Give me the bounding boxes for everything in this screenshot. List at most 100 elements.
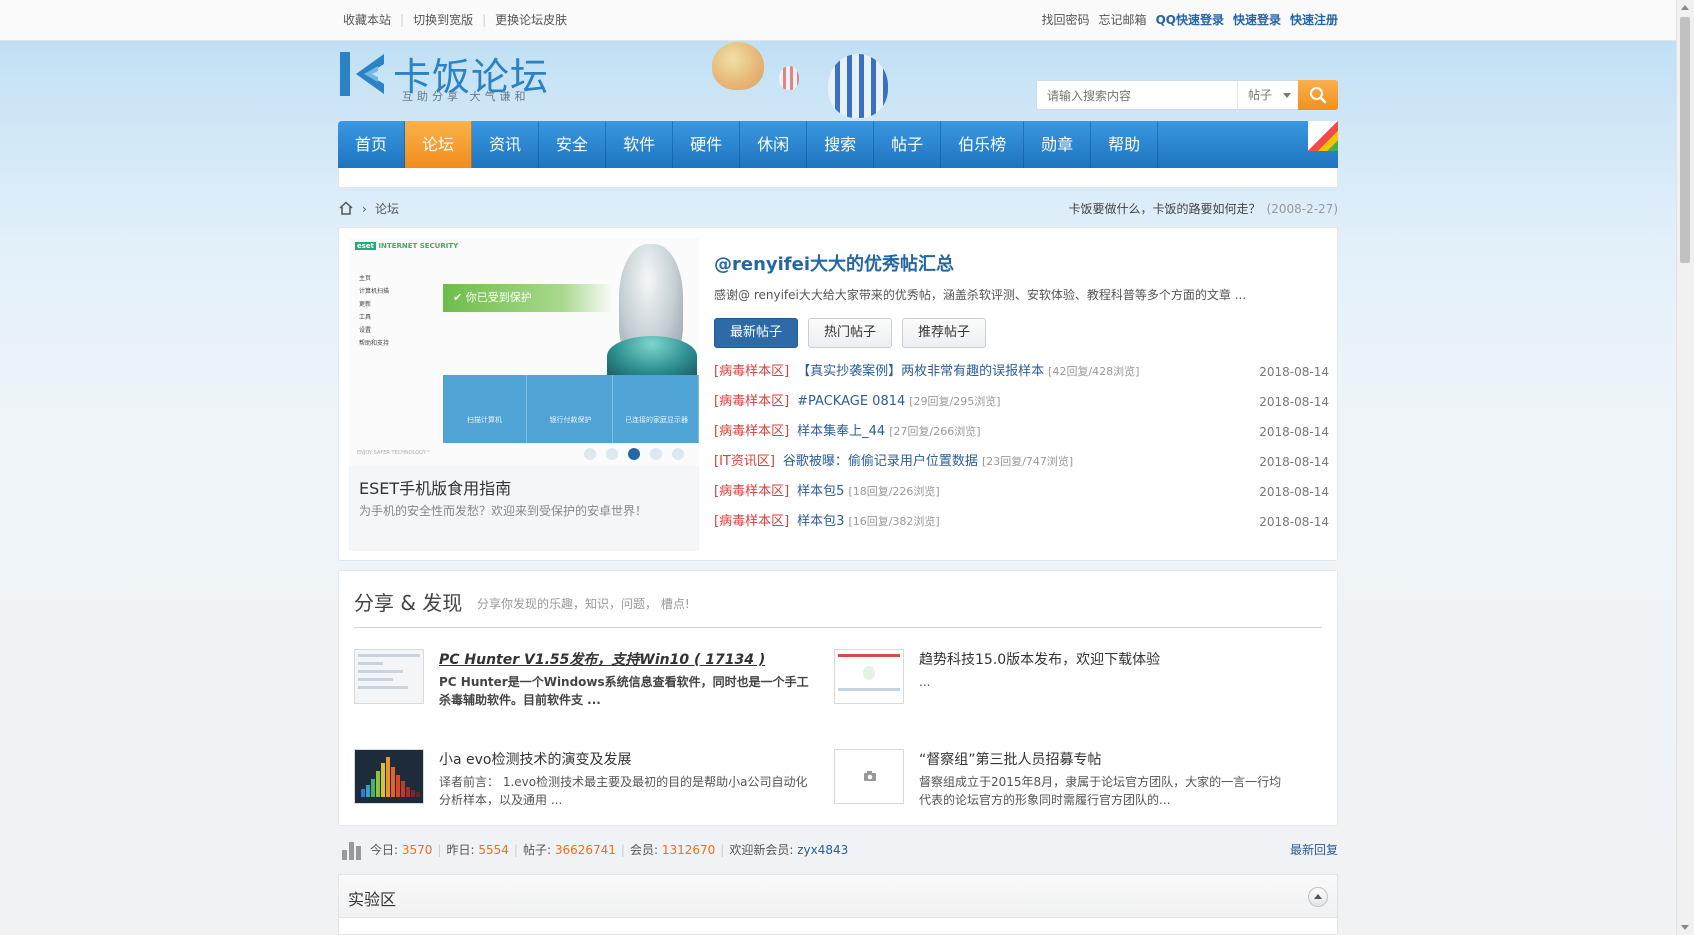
stat-today: 3570 [401, 843, 433, 857]
scroll-up-icon[interactable] [1681, 5, 1689, 10]
featured-intro: 感谢@ renyifei大大给大家带来的优秀帖，涵盖杀软评测、安软体验、教程科普… [714, 288, 1247, 302]
slide-dot[interactable] [606, 448, 618, 460]
share-item-title[interactable]: 小a evo检测技术的演变及发展 [439, 749, 632, 769]
search-button[interactable] [1298, 80, 1338, 110]
share-thumbnail[interactable] [354, 749, 424, 804]
newest-member-link[interactable]: zyx4843 [797, 843, 848, 857]
tab-hot[interactable]: 热门帖子 [808, 318, 893, 348]
thread-title-link[interactable]: 样本包5 [797, 484, 844, 499]
share-item[interactable]: 趋势科技15.0版本发布，欢迎下载体验 ... [834, 649, 1294, 719]
share-thumbnail[interactable] [834, 749, 904, 804]
separator: | [482, 13, 487, 27]
tab-latest[interactable]: 最新帖子 [714, 318, 799, 348]
announcement-text: 卡饭要做什么，卡饭的路要如何走？ [1068, 202, 1261, 216]
main-nav-list: 首页 论坛 资讯 安全 软件 硬件 休闲 搜索 帖子 伯乐榜 勋章 帮助 [338, 121, 1159, 168]
search-type-label: 帖子 [1248, 88, 1273, 102]
share-item-title[interactable]: 趋势科技15.0版本发布，欢迎下载体验 [919, 649, 1160, 669]
top-link[interactable]: 切换到宽版 [413, 13, 473, 27]
search-bar: 帖子 [1036, 80, 1338, 110]
slide-tile: 已连接的家庭显示器 [615, 375, 699, 443]
page-scrollbar[interactable] [1676, 0, 1694, 935]
share-subtitle: 分享你发现的乐趣，知识，问题， 槽点! [477, 597, 690, 611]
thread-category-link[interactable]: [病毒样本区] [714, 484, 789, 499]
protected-banner: ✔ 你已受到保护 [443, 284, 613, 312]
nav-item[interactable]: 硬件 [673, 121, 741, 168]
thread-category-link[interactable]: [病毒样本区] [714, 364, 789, 379]
thumbnail-bar [381, 763, 385, 797]
share-thumbnail[interactable] [354, 649, 424, 704]
nav-item[interactable]: 帮助 [1091, 121, 1159, 168]
nav-item[interactable]: 论坛 [405, 121, 473, 168]
thread-tabs: 最新帖子 热门帖子 推荐帖子 [714, 318, 996, 348]
tab-recommended[interactable]: 推荐帖子 [902, 318, 987, 348]
latest-reply-link[interactable]: 最新回复 [1290, 841, 1338, 859]
nav-item[interactable]: 安全 [539, 121, 607, 168]
scroll-down-icon[interactable] [1681, 925, 1689, 930]
share-item-title[interactable]: PC Hunter V1.55发布，支持Win10 ( 17134 ) [439, 649, 765, 669]
thumbnail-bar [386, 757, 390, 797]
thumbnail-bar [361, 789, 365, 797]
thread-list: [病毒样本区] 【真实抄袭案例】两枚非常有趣的误报样本 [42回复/428浏览] 20… [714, 357, 1329, 537]
top-link[interactable]: QQ快速登录 [1156, 13, 1224, 27]
stats-text: 今日: 3570 | 昨日: 5554 | 帖子: 36626741 | 会员: 13126… [370, 843, 849, 857]
search-input[interactable] [1045, 85, 1209, 107]
slide-dot[interactable] [584, 448, 596, 460]
thread-date: 2018-08-14 [1259, 395, 1329, 409]
thread-title-link[interactable]: 【真实抄袭案例】两枚非常有趣的误报样本 [797, 364, 1044, 379]
slide-dot[interactable] [650, 448, 662, 460]
slide-dot[interactable] [628, 448, 640, 460]
breadcrumb-current[interactable]: 论坛 [375, 200, 399, 218]
nav-item[interactable]: 首页 [338, 121, 406, 168]
slideshow[interactable]: eset INTERNET SECURITY 主页 计算机扫描 更新 工具 设置 帮助和支… [349, 238, 699, 551]
featured-headline[interactable]: @renyifei大大的优秀帖汇总 [714, 250, 954, 276]
nav-item[interactable]: 伯乐榜 [941, 121, 1025, 168]
thread-row: [病毒样本区] 样本包5 [18回复/226浏览] 2018-08-14 [714, 477, 1329, 507]
nav-item[interactable]: 软件 [606, 121, 674, 168]
collapse-toggle-icon[interactable] [1308, 887, 1328, 907]
section-title[interactable]: 实验区 [348, 886, 396, 910]
share-thumbnail[interactable] [834, 649, 904, 704]
nav-item[interactable]: 资讯 [472, 121, 540, 168]
top-link[interactable]: 忘记邮箱 [1099, 13, 1147, 27]
share-panel: 分享 & 发现 分享你发现的乐趣，知识，问题， 槽点! PC Hunter V1… [338, 570, 1338, 826]
slide-app-menu: 主页 计算机扫描 更新 工具 设置 帮助和支持 [359, 272, 389, 350]
top-link[interactable]: 找回密码 [1042, 13, 1090, 27]
thread-title-link[interactable]: 样本集奉上_44 [797, 424, 885, 439]
theme-corner-icon[interactable] [1308, 121, 1338, 151]
top-link[interactable]: 更换论坛皮肤 [495, 13, 567, 27]
slide-menu-item: 更新 [359, 301, 372, 308]
slide-menu-item: 帮助和支持 [359, 340, 390, 347]
thread-title-link[interactable]: #PACKAGE 0814 [797, 394, 905, 409]
nav-item[interactable]: 搜索 [807, 121, 875, 168]
main-nav: 首页 论坛 资讯 安全 软件 硬件 休闲 搜索 帖子 伯乐榜 勋章 帮助 [338, 121, 1338, 168]
top-link[interactable]: 快速注册 [1290, 13, 1338, 27]
share-item-title[interactable]: “督察组”第三批人员招募专帖 [919, 749, 1102, 769]
balloon-decoration [712, 42, 764, 90]
nav-item[interactable]: 帖子 [874, 121, 942, 168]
thread-category-link[interactable]: [IT资讯区] [714, 454, 775, 469]
share-item[interactable]: PC Hunter V1.55发布，支持Win10 ( 17134 ) PC H… [354, 649, 814, 719]
thread-category-link[interactable]: [病毒样本区] [714, 424, 789, 439]
logo-slogan: 互助分享 大气谦和 [402, 90, 530, 103]
featured-panel: eset INTERNET SECURITY 主页 计算机扫描 更新 工具 设置 帮助和支… [338, 227, 1338, 561]
thread-title-link[interactable]: 样本包3 [797, 514, 844, 529]
thread-title-link[interactable]: 谷歌被曝：偷偷记录用户位置数据 [783, 454, 978, 469]
share-item[interactable]: 小a evo检测技术的演变及发展 译者前言： 1.evo检测技术最主要及最初的目… [354, 749, 814, 819]
slide-title[interactable]: ESET手机版食用指南 [359, 475, 511, 499]
nav-item[interactable]: 勋章 [1024, 121, 1092, 168]
top-link[interactable]: 快速登录 [1233, 13, 1281, 27]
thread-row: [IT资讯区] 谷歌被曝：偷偷记录用户位置数据 [23回复/747浏览] 2018-0… [714, 447, 1329, 477]
thread-category-link[interactable]: [病毒样本区] [714, 514, 789, 529]
share-item[interactable]: “督察组”第三批人员招募专帖 督察组成立于2015年8月，隶属于论坛官方团队，大… [834, 749, 1294, 819]
top-link[interactable]: 收藏本站 [343, 13, 391, 27]
thread-category-link[interactable]: [病毒样本区] [714, 394, 789, 409]
slide-pagination [584, 448, 694, 460]
slide-dot[interactable] [672, 448, 684, 460]
thread-date: 2018-08-14 [1259, 485, 1329, 499]
announcement[interactable]: 卡饭要做什么，卡饭的路要如何走？ (2008-2-27) [1069, 200, 1338, 218]
site-logo[interactable]: 卡饭论坛 互助分享 大气谦和 [338, 48, 550, 106]
search-type-select[interactable]: 帖子 [1237, 81, 1299, 109]
scrollbar-thumb[interactable] [1680, 17, 1690, 263]
home-icon[interactable] [338, 200, 354, 216]
nav-item[interactable]: 休闲 [740, 121, 808, 168]
